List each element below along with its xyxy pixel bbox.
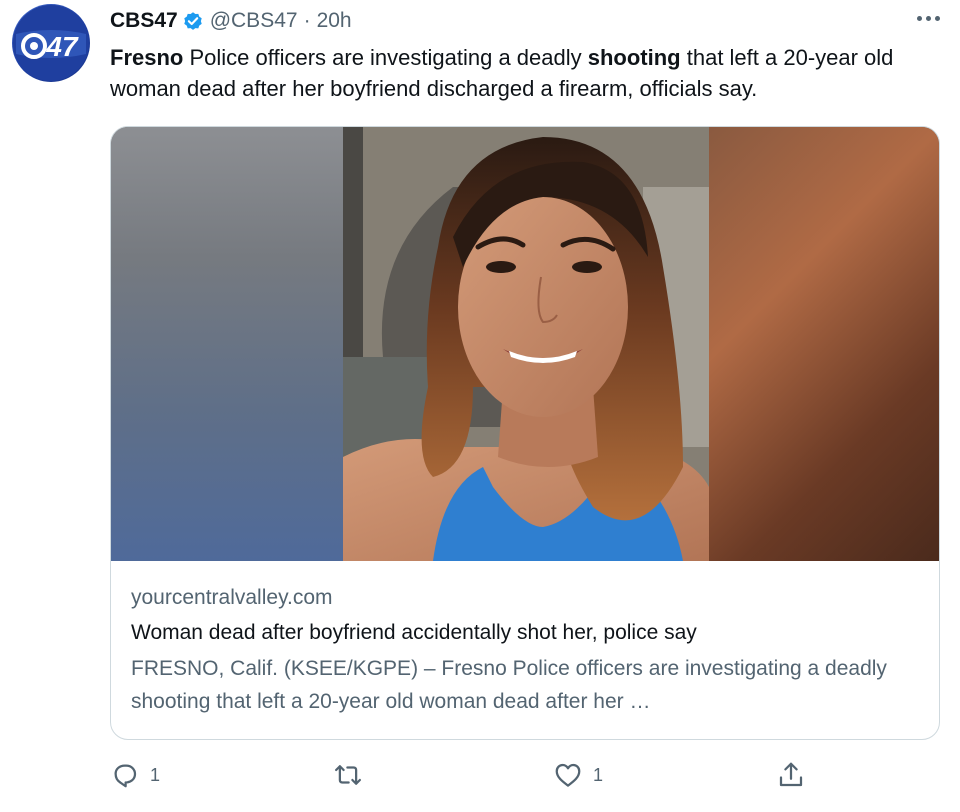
like-button[interactable]: 1	[553, 758, 603, 792]
portrait-photo	[343, 127, 709, 561]
reply-icon	[114, 764, 137, 788]
card-body[interactable]: yourcentralvalley.com Woman dead after b…	[111, 561, 939, 718]
verified-badge-icon	[183, 12, 202, 30]
timestamp[interactable]: 20h	[317, 9, 352, 33]
reply-count: 1	[150, 764, 161, 785]
reply-button[interactable]: 1	[110, 758, 160, 792]
card-title: Woman dead after boyfriend accidentally …	[131, 621, 697, 644]
tweet-header: CBS47 @CBS47 · 20h	[110, 6, 352, 36]
share-icon	[779, 762, 803, 787]
share-button[interactable]	[776, 758, 816, 792]
avatar-logo-text: 47	[45, 31, 79, 62]
card-description: FRESNO, Calif. (KSEE/KGPE) – Fresno Poli…	[131, 657, 887, 713]
card-domain: yourcentralvalley.com	[131, 586, 333, 609]
avatar[interactable]: 47	[12, 4, 90, 82]
tweet-text-part: Police officers are investigating a dead…	[183, 45, 588, 70]
heart-icon	[555, 763, 581, 787]
link-card[interactable]: yourcentralvalley.com Woman dead after b…	[110, 126, 940, 740]
retweet-icon	[335, 765, 361, 785]
tweet-text: Fresno Police officers are investigating…	[110, 42, 940, 104]
like-count: 1	[593, 764, 604, 785]
tweet-text-part: Fresno	[110, 45, 184, 70]
blurred-background-right	[709, 127, 939, 561]
tweet-actions: 1 1	[110, 758, 830, 792]
handle[interactable]: @CBS47	[210, 9, 298, 33]
display-name[interactable]: CBS47	[110, 9, 178, 33]
retweet-button[interactable]	[333, 758, 373, 792]
separator-dot: ·	[303, 9, 311, 32]
tweet-text-part: shooting	[587, 45, 681, 70]
more-options-icon[interactable]	[914, 8, 942, 28]
blurred-background-left	[111, 127, 343, 561]
card-image[interactable]	[111, 127, 939, 561]
cbs47-logo-icon: 47	[13, 5, 89, 81]
